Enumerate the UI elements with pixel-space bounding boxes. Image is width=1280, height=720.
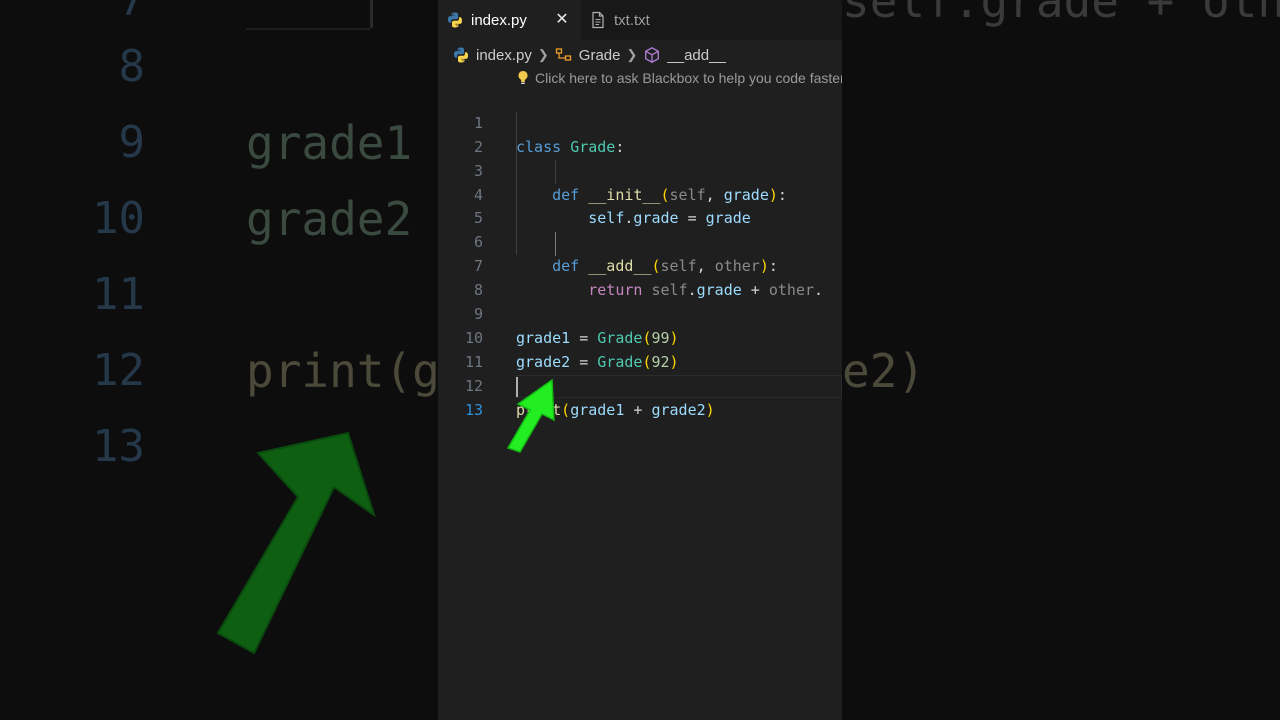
breadcrumb: index.py ❯ Grade ❯ __add__	[438, 44, 842, 66]
background-code: grade2	[246, 192, 413, 246]
background-line-number: 9	[118, 117, 146, 168]
tab-label: index.py	[471, 11, 527, 29]
code-editor: index.py ✕ txt.txt index.py ❯ Grade ❯ __…	[438, 0, 842, 720]
breadcrumb-class[interactable]: Grade	[555, 46, 621, 64]
code-line: 4 self.grade = grade	[438, 160, 842, 228]
code-line: 6 def __add__(self, other):	[438, 207, 842, 275]
python-icon	[446, 11, 464, 29]
class-symbol-icon	[555, 46, 573, 64]
background-line-number: 11	[92, 269, 145, 320]
lightbulb-icon	[516, 70, 530, 86]
code-line: 3 def __init__(self, grade):	[438, 136, 842, 204]
code-line: 2	[438, 112, 842, 156]
code-line: 1 class Grade:	[438, 88, 842, 156]
tab-bar: index.py ✕ txt.txt	[438, 0, 842, 40]
background-arrow-icon	[216, 431, 376, 655]
tab-txt-txt[interactable]: txt.txt	[581, 0, 731, 40]
background-code-right: e2)	[842, 344, 926, 398]
background-line-number: 10	[92, 193, 145, 244]
code-line: 9 grade1 = Grade(99)	[438, 279, 842, 347]
code-line: 5	[438, 184, 842, 227]
python-icon	[452, 46, 470, 64]
code-area[interactable]: 1 class Grade: 2 3 def __init__(self, gr…	[438, 88, 842, 419]
close-icon[interactable]: ✕	[553, 11, 571, 29]
code-line: 8	[438, 255, 842, 299]
hint-text: Click here to ask Blackbox to help you c…	[535, 70, 842, 86]
code-line: 7 return self.grade + other.	[438, 231, 842, 299]
text-file-icon	[589, 11, 607, 29]
code-line: 13	[438, 375, 842, 419]
code-line: 10 grade2 = Grade(92)	[438, 303, 842, 371]
breadcrumb-file[interactable]: index.py	[452, 46, 532, 64]
tab-label: txt.txt	[614, 11, 650, 29]
tab-index-py[interactable]: index.py ✕	[438, 0, 581, 40]
breadcrumb-file-label: index.py	[476, 46, 532, 64]
chevron-right-icon: ❯	[626, 47, 638, 62]
breadcrumb-method-label: __add__	[667, 46, 726, 64]
code-line: 11	[438, 327, 842, 371]
breadcrumb-method[interactable]: __add__	[643, 46, 726, 64]
method-cube-icon	[643, 46, 661, 64]
background-line-number: 8	[118, 41, 146, 92]
background-code: print(g	[246, 344, 440, 398]
code-line: 12 print(grade1 + grade2)	[438, 351, 842, 419]
line-number: 13	[464, 400, 483, 419]
blackbox-hint[interactable]: Click here to ask Blackbox to help you c…	[516, 70, 842, 86]
chevron-right-icon: ❯	[537, 47, 549, 62]
background-line-number: 13	[92, 421, 145, 472]
background-line-number: 12	[92, 345, 145, 396]
breadcrumb-class-label: Grade	[578, 46, 621, 64]
arrow-pointer-icon	[506, 378, 555, 453]
background-code: grade1	[246, 116, 413, 170]
